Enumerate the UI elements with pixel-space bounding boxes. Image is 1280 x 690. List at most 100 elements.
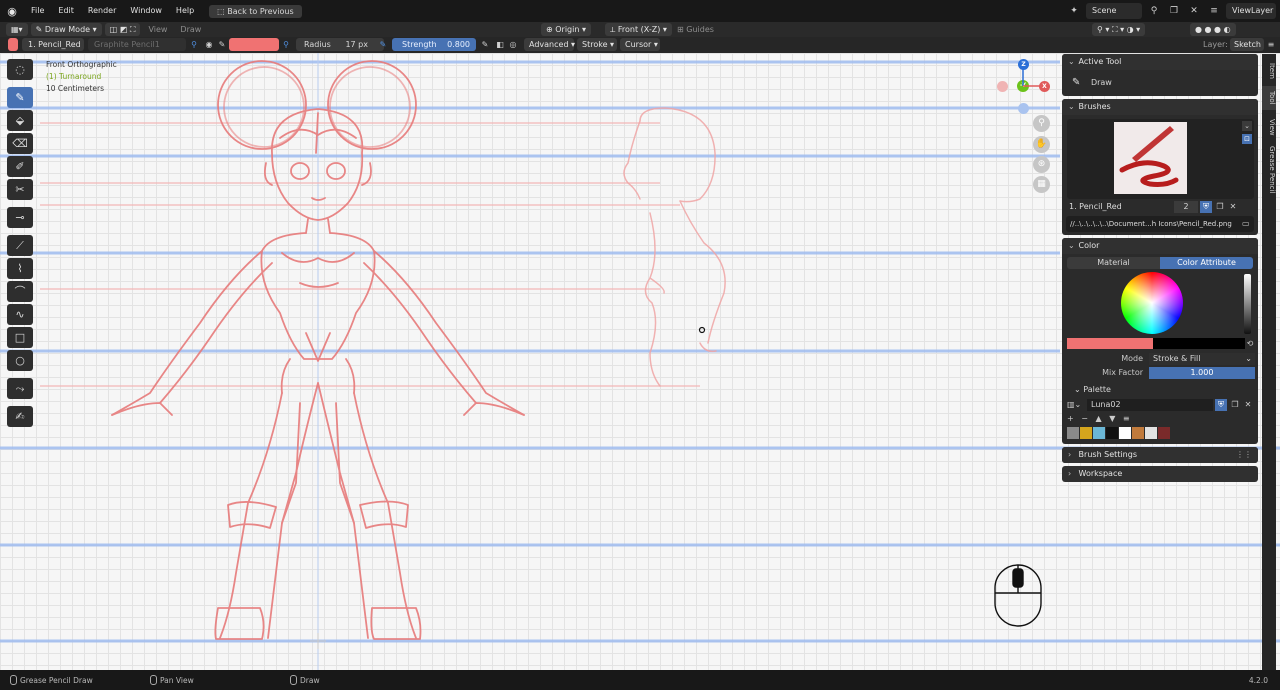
scene-icon[interactable]: ✦ (1066, 3, 1082, 19)
back-to-previous-button[interactable]: ⬚ Back to Previous (209, 4, 302, 18)
pin-icon[interactable]: ⚲ (1146, 3, 1162, 19)
palette-swatch[interactable] (1145, 427, 1157, 439)
circle-tool-icon[interactable]: ○ (7, 350, 33, 371)
pivot-dropdown[interactable]: ⊕ Origin ▾ (541, 23, 591, 36)
mode-dropdown[interactable]: Stroke & Fill ⌄ (1149, 353, 1255, 365)
viewport-shading-buttons[interactable]: ⚲ ▾ ⛶ ▾ ◑ ▾ (1092, 23, 1146, 36)
duplicate-palette-icon[interactable]: ❐ (1229, 399, 1241, 411)
menu-render[interactable]: Render (81, 0, 123, 22)
interpolate-tool-icon[interactable]: ⤳ (7, 378, 33, 399)
palette-swatch[interactable] (1067, 427, 1079, 439)
primary-color-swatch[interactable] (1067, 338, 1153, 349)
pin-material-icon[interactable]: ⚲ (188, 38, 200, 51)
palette-shield-icon[interactable]: ⛨ (1215, 399, 1227, 411)
arc-tool-icon[interactable]: ⌒ (7, 281, 33, 302)
zoom-icon[interactable]: ⚲ (1033, 115, 1050, 132)
curve-tool-icon[interactable]: ∿ (7, 304, 33, 325)
eyedropper-tool-icon[interactable]: ⊸ (7, 207, 33, 228)
palette-swatch[interactable] (1158, 427, 1170, 439)
menu-help[interactable]: Help (169, 0, 201, 22)
smooth-icon[interactable]: ◎ (508, 38, 518, 51)
palette-swatch[interactable] (1119, 427, 1131, 439)
add-color-icon[interactable]: + (1067, 414, 1074, 423)
brush-path-field[interactable]: //..\..\..\..\..\Document...h Icons\Penc… (1066, 216, 1254, 232)
unlink-palette-icon[interactable]: ✕ (1242, 399, 1254, 411)
active-tool-row[interactable]: ✎ Draw (1062, 70, 1258, 96)
grid-perspective-icon[interactable]: ▦ (1033, 176, 1050, 193)
brush-users-count[interactable]: 2 (1174, 201, 1198, 213)
active-tool-header[interactable]: ⌄ Active Tool (1062, 54, 1258, 70)
brushes-header[interactable]: ⌄ Brushes (1062, 99, 1258, 115)
delete-scene-icon[interactable]: ✕ (1186, 3, 1202, 19)
new-scene-icon[interactable]: ❐ (1166, 3, 1182, 19)
palette-icon[interactable]: ▥⌄ (1067, 399, 1085, 411)
palette-name-field[interactable]: Luna02 (1087, 399, 1213, 411)
stroke-color-swatch[interactable] (229, 38, 279, 51)
palette-swatch[interactable] (1080, 427, 1092, 439)
select-tool-icon[interactable]: ◌ (7, 59, 33, 80)
brush-thumbnail[interactable] (1114, 122, 1187, 194)
remove-color-icon[interactable]: − (1081, 414, 1088, 423)
view-layer-field[interactable]: ViewLayer (1226, 3, 1276, 19)
tab-color-attribute[interactable]: Color Attribute (1160, 257, 1253, 269)
erase-tool-icon[interactable]: ⌫ (7, 133, 33, 154)
brush-list-icon[interactable]: ⌄ (1242, 121, 1252, 131)
palette-swatch[interactable] (1132, 427, 1144, 439)
palette-swatch[interactable] (1093, 427, 1105, 439)
tab-view[interactable]: View (1262, 114, 1276, 140)
blender-logo-icon[interactable]: ◉ (0, 5, 24, 18)
polyline-tool-icon[interactable]: ⌇ (7, 258, 33, 279)
strength-field[interactable]: Strength 0.800 (392, 38, 476, 51)
brush-name[interactable]: 1. Pencil_Red (1069, 201, 1169, 213)
layer-name-field[interactable]: Graphite Pencil1 (88, 38, 186, 51)
color-mode-icon[interactable]: ◉ (203, 38, 215, 51)
brush-preview-area[interactable]: ⌄ ⊡ (1067, 119, 1254, 199)
menu-file[interactable]: File (24, 0, 51, 22)
advanced-dropdown[interactable]: Advanced ▾ (524, 38, 575, 51)
secondary-color-swatch[interactable] (1153, 338, 1245, 349)
tab-tool[interactable]: Tool (1262, 86, 1276, 110)
draw-tool-icon[interactable]: ✎ (7, 87, 33, 108)
menu-window[interactable]: Window (123, 0, 169, 22)
material-dropdown[interactable]: 1. Pencil_Red (22, 38, 84, 51)
palette-swatch[interactable] (1106, 427, 1118, 439)
palette-subheader[interactable]: ⌄ Palette (1062, 382, 1258, 398)
swap-colors-icon[interactable]: ⟲ (1245, 338, 1255, 349)
shading-mode-buttons[interactable]: ● ● ● ◐ (1190, 23, 1236, 36)
brush-browse-icon[interactable]: ⊡ (1242, 134, 1252, 144)
select-mode-buttons[interactable]: ◫ ◩ ⛶ (104, 23, 141, 36)
view-menu[interactable]: View (143, 25, 172, 34)
layer-dropdown[interactable]: Sketch (1230, 38, 1264, 51)
stabilize-icon[interactable]: ◧ (495, 38, 505, 51)
color-wheel[interactable] (1121, 272, 1183, 334)
mode-dropdown[interactable]: ✎ Draw Mode ▾ (30, 23, 102, 36)
workspace-header[interactable]: › Workspace (1062, 466, 1258, 482)
fill-tool-icon[interactable]: ⬙ (7, 110, 33, 131)
tint-tool-icon[interactable]: ✐ (7, 156, 33, 177)
value-slider[interactable] (1244, 274, 1251, 334)
folder-icon[interactable]: ▭ (1242, 218, 1252, 230)
tab-item[interactable]: Item (1262, 58, 1276, 84)
strength-pressure-icon[interactable]: ✎ (480, 38, 490, 51)
fake-user-shield-icon[interactable]: ⛨ (1200, 201, 1212, 213)
editor-type-button[interactable]: ▦▾ (6, 23, 28, 36)
cutter-tool-icon[interactable]: ✂ (7, 179, 33, 200)
scene-field[interactable]: Scene (1086, 3, 1142, 19)
pan-hand-icon[interactable]: ✋ (1033, 136, 1050, 153)
menu-edit[interactable]: Edit (51, 0, 81, 22)
tab-material[interactable]: Material (1067, 257, 1160, 269)
tab-grease-pencil[interactable]: Grease Pencil (1262, 144, 1276, 196)
camera-icon[interactable]: ⊛ (1033, 156, 1050, 173)
radius-field[interactable]: Radius 17 px (296, 38, 384, 51)
paint-mode-icon[interactable]: ✎ (216, 38, 228, 51)
move-down-icon[interactable]: ▼ (1109, 414, 1115, 423)
draw-menu[interactable]: Draw (175, 25, 206, 34)
brush-settings-header[interactable]: › Brush Settings ⋮⋮ (1062, 447, 1258, 463)
view-axis-dropdown[interactable]: ⟂ Front (X-Z) ▾ (605, 23, 672, 36)
unlink-brush-icon[interactable]: ✕ (1227, 201, 1239, 213)
view-layer-icon[interactable]: ≡ (1206, 3, 1222, 19)
guides-toggle[interactable]: ⊞ Guides (672, 25, 719, 34)
duplicate-brush-icon[interactable]: ❐ (1214, 201, 1226, 213)
line-tool-icon[interactable]: ⟋ (7, 235, 33, 256)
stroke-dropdown[interactable]: Stroke ▾ (577, 38, 617, 51)
